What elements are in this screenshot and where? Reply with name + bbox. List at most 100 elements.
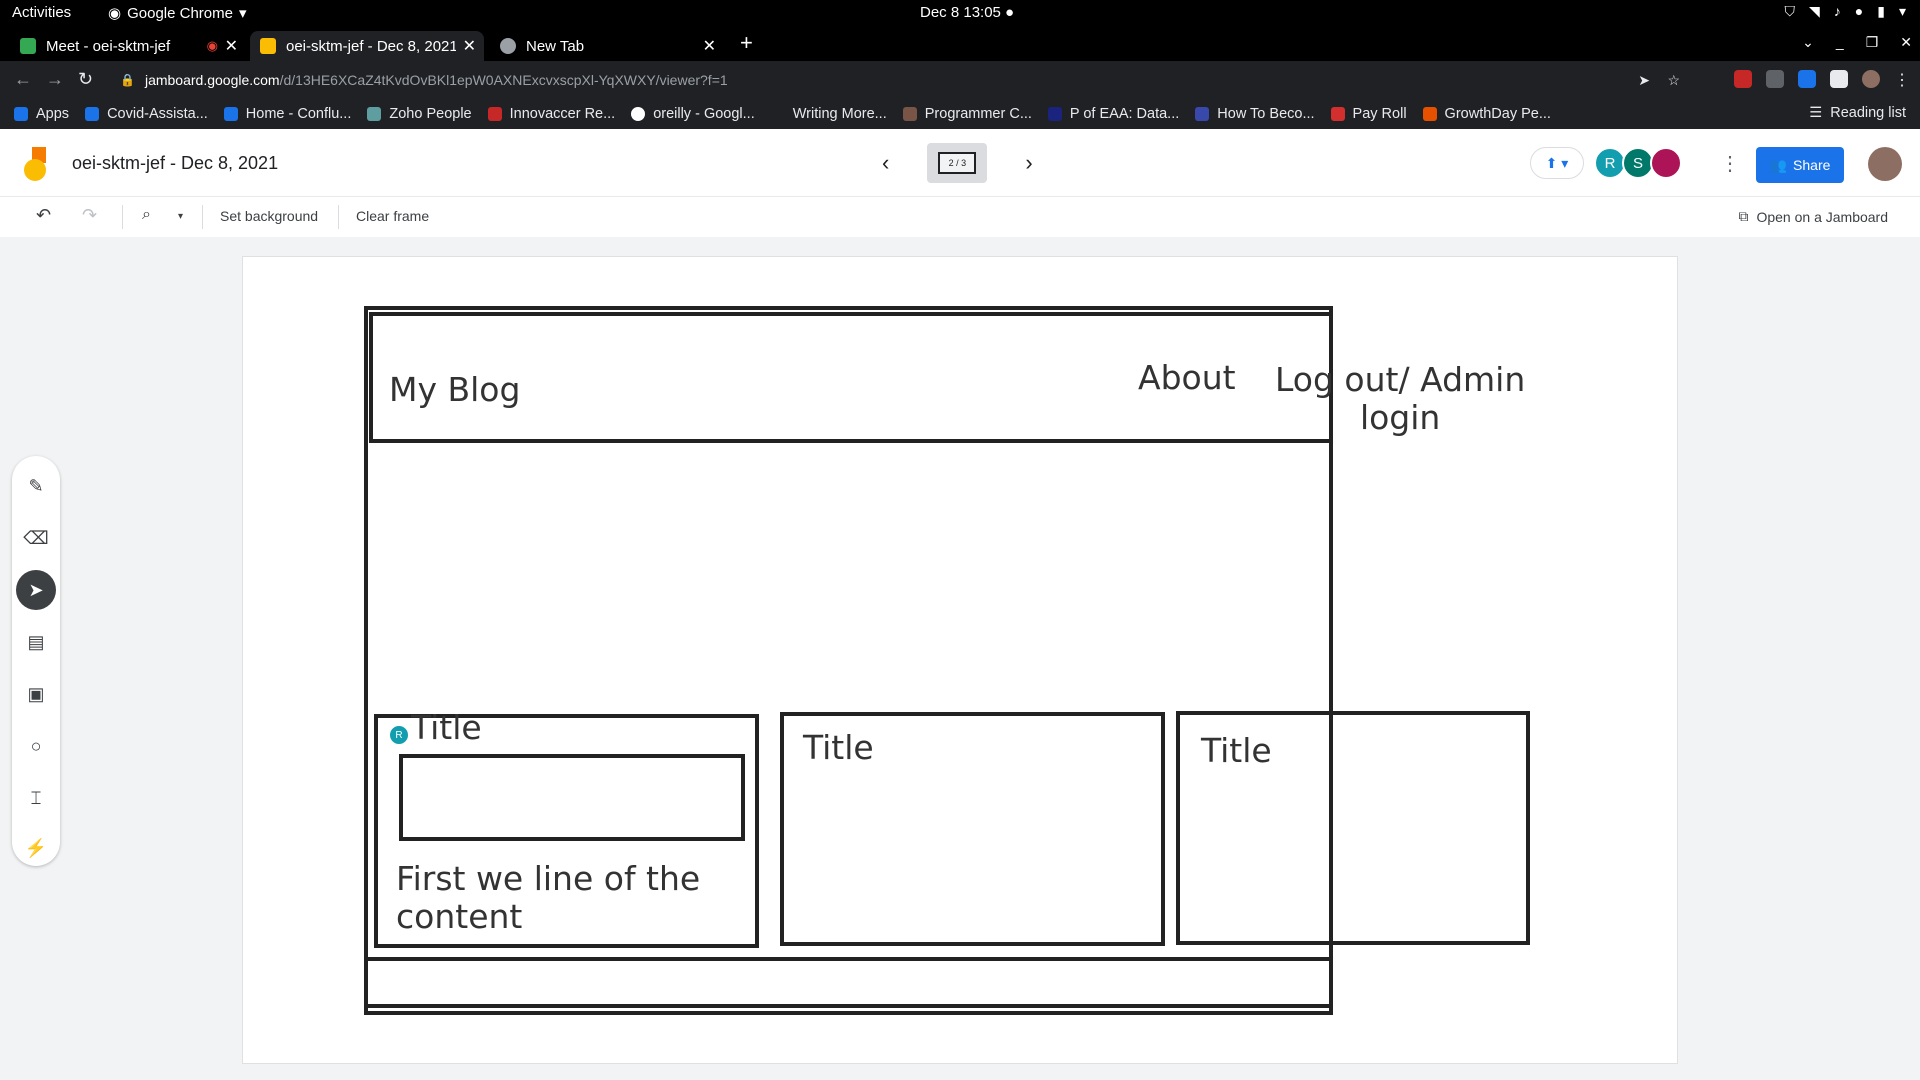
bookmark-label: Pay Roll [1352,106,1407,122]
jam-frame[interactable]: My Blog About Log out/ Admin login Title… [243,257,1677,1063]
address-bar[interactable]: 🔒 jamboard.google.com/d/13HE6XCaZ4tKvdOv… [110,65,1690,95]
divider [202,205,203,229]
bookmark-apps[interactable]: Apps [14,106,69,122]
redo-icon[interactable]: ↷ [82,205,97,226]
bookmark-label: Home - Conflu... [245,106,352,122]
clock[interactable]: Dec 8 13:05 ● [920,4,1014,21]
bookmark-item[interactable]: Zoho People [367,106,472,122]
tab-search-icon[interactable]: ⌄ [1802,34,1814,51]
present-icon: ⬆ ▾ [1545,154,1569,171]
bookmark-label: How To Beco... [1217,106,1315,122]
bookmark-item[interactable]: GrowthDay Pe... [1422,106,1551,122]
avatar[interactable] [1650,147,1682,179]
url-path: /d/13HE6XCaZ4tKvdOvBKl1epW0AXNExcvxscpXl… [279,72,728,88]
tab-jamboard[interactable]: oei-sktm-jef - Dec 8, 2021 ✕ [250,31,484,61]
bookmark-item[interactable]: Home - Conflu... [223,106,352,122]
bookmark-item[interactable]: Writing More... [770,106,887,122]
bookmark-item[interactable]: Pay Roll [1330,106,1407,122]
battery-icon: ▮ [1877,3,1885,19]
tab-new-tab[interactable]: New Tab ✕ [490,31,724,61]
bookmark-icon [902,107,917,121]
tab-meet[interactable]: Meet - oei-sktm-jef ◉ ✕ [10,31,246,61]
wireframe-card-title[interactable]: Title [803,729,874,767]
collaborator-avatars: R S [1594,147,1682,179]
previous-frame-icon[interactable]: ‹ [882,150,889,176]
pen-icon[interactable]: ✎ [20,470,52,502]
tab-strip: Meet - oei-sktm-jef ◉ ✕ oei-sktm-jef - D… [0,27,1920,61]
document-title[interactable]: oei-sktm-jef - Dec 8, 2021 [72,153,278,174]
forward-icon[interactable]: → [46,69,64,90]
wireframe-image-placeholder[interactable] [399,754,745,841]
account-avatar[interactable] [1868,147,1902,181]
extension-icon[interactable] [1734,70,1752,88]
close-icon[interactable]: ✕ [463,36,476,56]
menu-icon[interactable]: ⋮ [1894,70,1910,90]
wireframe-brand[interactable]: My Blog [389,371,520,409]
next-frame-icon[interactable]: › [1025,150,1032,176]
back-icon[interactable]: ← [14,69,32,90]
jamboard-toolbar: ↶ ↷ ⌕ ▾ Set background Clear frame ⧉ Ope… [0,197,1920,237]
extension-icon[interactable] [1798,70,1816,88]
wireframe-card-title[interactable]: Title [1201,732,1272,770]
bookmark-item[interactable]: P of EAA: Data... [1047,106,1179,122]
close-icon[interactable]: ✕ [703,36,716,56]
url-host: jamboard.google.com [144,72,280,88]
system-tray[interactable]: ⛉ ◥ ♪ ● ▮ ▾ [1785,3,1907,20]
share-label: Share [1793,157,1831,173]
close-icon[interactable]: ✕ [1900,34,1912,51]
divider [122,205,123,229]
wireframe-nav-login[interactable]: Log out/ Admin login [1275,361,1525,437]
activities-button[interactable]: Activities [12,4,71,21]
circle-icon[interactable]: ○ [20,730,52,762]
bookmark-item[interactable]: oreilly - Googl... [631,106,755,122]
chevron-down-icon[interactable]: ▾ [178,211,183,222]
frame-bar-button[interactable]: 2 / 3 [927,143,988,183]
undo-icon[interactable]: ↶ [36,205,51,226]
select-icon[interactable]: ➤ [16,570,56,610]
tool-rail: ✎ ⌫ ➤ ▤ ▣ ○ ⌶ ⚡ [12,456,60,866]
bookmark-item[interactable]: Programmer C... [902,106,1032,122]
present-button[interactable]: ⬆ ▾ [1530,147,1584,179]
reading-list[interactable]: ☰ Reading list [1809,105,1906,121]
tab-label: Meet - oei-sktm-jef [46,37,171,55]
open-on-jamboard-button[interactable]: ⧉ Open on a Jamboard [1738,208,1888,225]
divider [338,205,339,229]
volume-icon: ♪ [1833,3,1841,19]
bookmark-item[interactable]: How To Beco... [1195,106,1315,122]
close-icon[interactable]: ✕ [225,36,238,56]
set-background-button[interactable]: Set background [220,208,318,224]
extension-icon[interactable] [1766,70,1784,88]
eraser-icon[interactable]: ⌫ [20,522,52,554]
clear-frame-button[interactable]: Clear frame [356,208,429,224]
new-tab-button[interactable]: + [740,30,753,56]
image-icon[interactable]: ▣ [20,678,52,710]
chevron-down-icon: ▾ [238,5,247,22]
bookmark-item[interactable]: Covid-Assista... [85,106,208,122]
wireframe-footer[interactable] [364,957,1333,1015]
jamboard-logo-icon[interactable] [24,147,46,181]
more-options-icon[interactable]: ⋮ [1720,151,1740,176]
puzzle-icon[interactable] [1830,70,1848,88]
os-top-bar: Activities ◉ Google Chrome ▾ Dec 8 13:05… [0,0,1920,27]
text-box-icon[interactable]: ⌶ [20,782,52,814]
star-icon[interactable]: ☆ [1667,72,1680,89]
send-icon[interactable]: ➤ [1638,72,1650,89]
wireframe-card-text[interactable]: First we line of the content [396,860,700,936]
bookmark-label: Zoho People [389,106,472,122]
wireframe-nav-about[interactable]: About [1138,359,1236,397]
apps-icon [14,107,28,121]
profile-icon[interactable] [1862,70,1880,88]
zoom-icon[interactable]: ⌕ [142,206,151,224]
wireframe-card-title[interactable]: Title [411,709,482,747]
bookmark-item[interactable]: Innovaccer Re... [487,106,615,122]
share-button[interactable]: 👥 Share [1756,147,1844,183]
minimize-icon[interactable]: _ [1836,34,1844,51]
restore-icon[interactable]: ❐ [1866,34,1879,51]
reload-icon[interactable]: ↻ [78,69,93,90]
collaborator-cursor: R [388,724,410,746]
laser-icon[interactable]: ⚡ [20,832,52,864]
google-icon [631,107,646,121]
app-menu[interactable]: ◉ Google Chrome ▾ [108,4,247,23]
sticky-note-icon[interactable]: ▤ [20,626,52,658]
bookmark-label: Apps [36,106,70,122]
